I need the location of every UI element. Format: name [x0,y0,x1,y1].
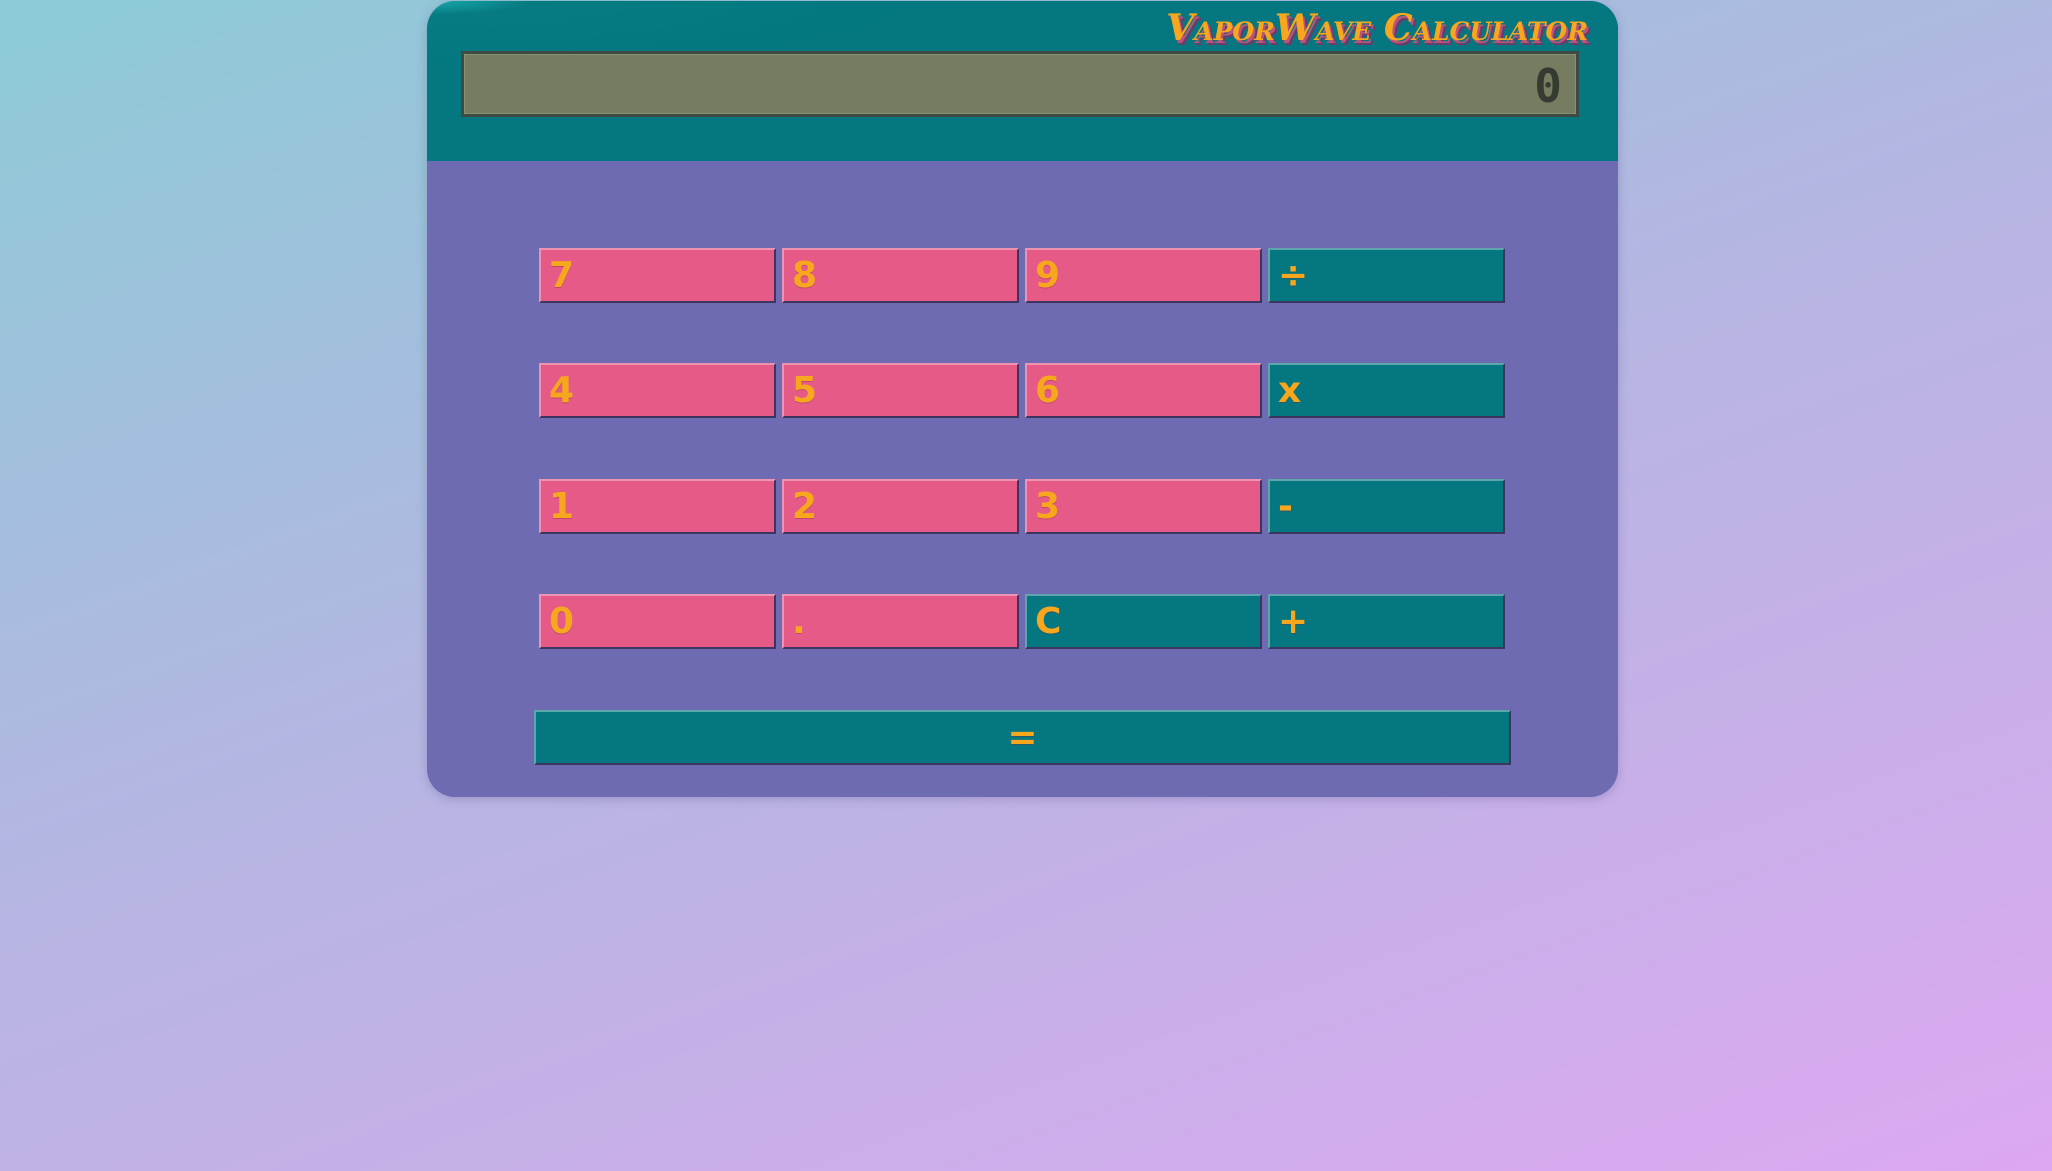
keypad: 7 8 9 ÷ 4 5 6 x 1 2 3 - 0 . C + = [427,161,1618,797]
equals-button[interactable]: = [534,710,1511,765]
divide-button[interactable]: ÷ [1268,248,1505,303]
key-8[interactable]: 8 [782,248,1019,303]
key-6[interactable]: 6 [1025,363,1262,418]
key-5[interactable]: 5 [782,363,1019,418]
key-9[interactable]: 9 [1025,248,1262,303]
key-0[interactable]: 0 [539,594,776,649]
calculator-display: 0 [461,51,1579,117]
add-button[interactable]: + [1268,594,1505,649]
subtract-button[interactable]: - [1268,479,1505,534]
calculator: VaporWave Calculator 0 7 8 9 ÷ 4 5 6 x 1… [427,1,1618,797]
key-1[interactable]: 1 [539,479,776,534]
key-7[interactable]: 7 [539,248,776,303]
clear-button[interactable]: C [1025,594,1262,649]
key-2[interactable]: 2 [782,479,1019,534]
calculator-header: VaporWave Calculator 0 [427,1,1618,161]
multiply-button[interactable]: x [1268,363,1505,418]
key-4[interactable]: 4 [539,363,776,418]
key-3[interactable]: 3 [1025,479,1262,534]
display-value: 0 [1534,59,1562,113]
calculator-title: VaporWave Calculator [1166,7,1588,49]
decimal-button[interactable]: . [782,594,1019,649]
